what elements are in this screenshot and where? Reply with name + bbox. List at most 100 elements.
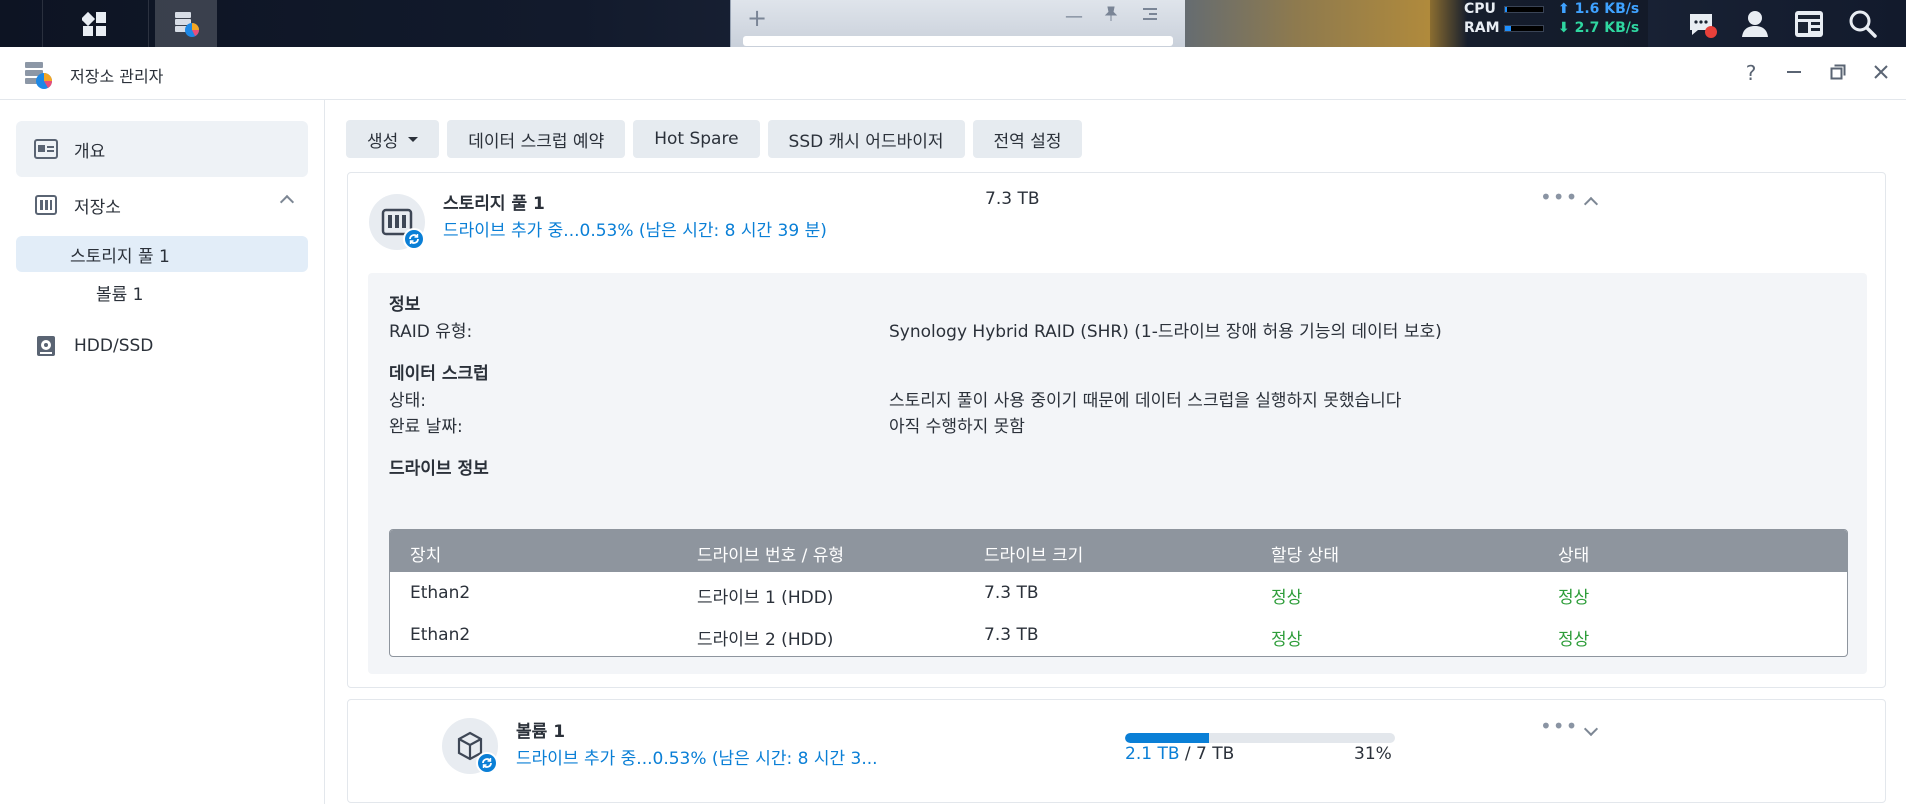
storage-pool-card[interactable]: 스토리지 풀 1 드라이브 추가 중...0.53% (남은 시간: 8 시간 … bbox=[347, 172, 1886, 688]
column-header[interactable]: 드라이브 번호 / 유형 bbox=[697, 541, 844, 566]
widgets-icon bbox=[1795, 11, 1823, 37]
table-cell: 7.3 TB bbox=[984, 583, 1039, 603]
main-menu-button[interactable] bbox=[42, 0, 147, 47]
status-badge: 정상 bbox=[1271, 630, 1303, 650]
sidebar: 개요 저장소 스토리지 풀 1 볼륨 1 HDD/SSD bbox=[0, 100, 325, 804]
storage-pool-icon bbox=[369, 194, 425, 250]
sidebar-item-label: 저장소 bbox=[74, 197, 121, 218]
column-header[interactable]: 장치 bbox=[410, 541, 441, 566]
raid-type-value: Synology Hybrid RAID (SHR) (1-드라이브 장애 허용… bbox=[889, 322, 1442, 342]
user-icon bbox=[1742, 11, 1768, 37]
column-header[interactable]: 할당 상태 bbox=[1271, 541, 1339, 566]
storage-manager-app-icon bbox=[25, 62, 53, 89]
scrub-status-value: 스토리지 풀이 사용 중이기 때문에 데이터 스크럽을 실행하지 못했습니다 bbox=[889, 391, 1402, 411]
close-button[interactable] bbox=[1869, 61, 1893, 85]
volume-used: 2.1 TB bbox=[1125, 744, 1180, 764]
cpu-usage-bar bbox=[1504, 6, 1544, 13]
storage-manager-icon bbox=[175, 11, 199, 37]
taskbar-storage-manager-button[interactable] bbox=[155, 0, 217, 47]
search-button[interactable] bbox=[1843, 4, 1883, 44]
chevron-up-icon[interactable] bbox=[279, 194, 295, 210]
volume-title: 볼륨 1 bbox=[516, 722, 566, 742]
scrub-status-label: 상태: bbox=[389, 391, 427, 411]
storage-pool-status: 드라이브 추가 중...0.53% (남은 시간: 8 시간 39 분) bbox=[443, 221, 827, 241]
restore-icon bbox=[1830, 64, 1846, 80]
sidebar-item-storage-pool-1[interactable]: 스토리지 풀 1 bbox=[16, 236, 308, 272]
sync-icon bbox=[476, 752, 498, 774]
add-icon[interactable]: + bbox=[747, 4, 767, 32]
close-icon bbox=[1874, 65, 1888, 79]
volume-usage-separator: / bbox=[1179, 744, 1197, 764]
widgets-button[interactable] bbox=[1789, 4, 1829, 44]
storage-pool-details: 정보 RAID 유형: Synology Hybrid RAID (SHR) (… bbox=[368, 273, 1867, 674]
sidebar-item-label: 개요 bbox=[74, 141, 106, 162]
volume-icon bbox=[442, 718, 498, 774]
sidebar-item-label: 볼륨 1 bbox=[96, 284, 144, 305]
window-title: 저장소 관리자 bbox=[70, 67, 164, 86]
table-cell: Ethan2 bbox=[410, 625, 471, 645]
storage-icon bbox=[32, 191, 60, 219]
status-badge: 정상 bbox=[1558, 630, 1590, 650]
ram-usage-bar bbox=[1504, 25, 1544, 32]
chevron-down-icon[interactable] bbox=[1583, 721, 1599, 737]
table-header: 장치 드라이브 번호 / 유형 드라이브 크기 할당 상태 상태 bbox=[390, 530, 1847, 572]
more-options-icon[interactable]: ••• bbox=[1540, 714, 1578, 738]
minimize-icon[interactable]: — bbox=[1065, 6, 1083, 27]
help-button[interactable]: ? bbox=[1739, 61, 1763, 85]
sidebar-item-label: HDD/SSD bbox=[74, 336, 154, 356]
storage-pool-title: 스토리지 풀 1 bbox=[443, 194, 545, 214]
volume-usage: 2.1 TB / 7 TB bbox=[1125, 744, 1234, 764]
scrub-schedule-button[interactable]: 데이터 스크럽 예약 bbox=[447, 120, 626, 158]
download-arrow-icon: ⬇ bbox=[1558, 20, 1570, 36]
volume-usage-bar bbox=[1125, 733, 1395, 743]
main-menu-icon bbox=[81, 11, 106, 36]
column-header[interactable]: 상태 bbox=[1558, 541, 1589, 566]
hdd-icon bbox=[32, 332, 60, 360]
minimized-window[interactable]: + — bbox=[730, 0, 1185, 47]
status-badge: 정상 bbox=[1271, 588, 1303, 608]
pin-icon[interactable] bbox=[1103, 6, 1119, 27]
restore-button[interactable] bbox=[1826, 61, 1850, 85]
taskbar: + — CPU RAM ⬆ 1.6 KB/s ⬇ 2.7 KB/s bbox=[0, 0, 1906, 47]
minimize-button[interactable] bbox=[1782, 61, 1806, 85]
volume-card[interactable]: 볼륨 1 드라이브 추가 중...0.53% (남은 시간: 8 시간 3...… bbox=[347, 699, 1886, 803]
user-menu-button[interactable] bbox=[1735, 4, 1775, 44]
global-settings-button[interactable]: 전역 설정 bbox=[972, 120, 1083, 158]
create-dropdown-button[interactable]: 생성 bbox=[346, 120, 440, 158]
minimize-icon bbox=[1787, 71, 1801, 73]
upload-arrow-icon: ⬆ bbox=[1558, 1, 1570, 17]
column-header[interactable]: 드라이브 크기 bbox=[984, 541, 1083, 566]
window-titlebar[interactable]: 저장소 관리자 ? bbox=[0, 47, 1906, 100]
sidebar-item-overview[interactable]: 개요 bbox=[16, 121, 308, 177]
storage-pool-size: 7.3 TB bbox=[985, 189, 1040, 209]
chevron-up-icon[interactable] bbox=[1583, 196, 1599, 212]
window-preview-bar bbox=[743, 36, 1173, 46]
volume-usage-percent: 31% bbox=[1354, 744, 1392, 764]
sidebar-item-hdd-ssd[interactable]: HDD/SSD bbox=[16, 318, 308, 374]
download-rate: ⬇ 2.7 KB/s bbox=[1558, 20, 1640, 36]
status-badge: 정상 bbox=[1558, 588, 1590, 608]
window-menu-icon[interactable] bbox=[1141, 6, 1159, 27]
notifications-button[interactable] bbox=[1682, 4, 1722, 44]
sync-icon bbox=[403, 228, 425, 250]
volume-total: 7 TB bbox=[1196, 744, 1235, 764]
overview-icon bbox=[32, 135, 60, 163]
sidebar-item-volume-1[interactable]: 볼륨 1 bbox=[16, 274, 308, 310]
hot-spare-button[interactable]: Hot Spare bbox=[633, 120, 760, 158]
resource-monitor-widget[interactable]: CPU RAM ⬆ 1.6 KB/s ⬇ 2.7 KB/s bbox=[1430, 0, 1648, 47]
table-cell: 드라이브 2 (HDD) bbox=[697, 630, 834, 650]
sidebar-item-storage[interactable]: 저장소 bbox=[16, 177, 308, 233]
ssd-cache-advisor-button[interactable]: SSD 캐시 어드바이저 bbox=[767, 120, 965, 158]
drive-info-heading: 드라이브 정보 bbox=[389, 459, 489, 479]
raid-type-label: RAID 유형: bbox=[389, 322, 473, 342]
table-cell: 드라이브 1 (HDD) bbox=[697, 588, 834, 608]
info-heading: 정보 bbox=[389, 295, 421, 315]
search-icon bbox=[1849, 10, 1877, 38]
scrub-completion-value: 아직 수행하지 못함 bbox=[889, 417, 1025, 437]
main-content: 생성 데이터 스크럽 예약 Hot Spare SSD 캐시 어드바이저 전역 … bbox=[326, 100, 1906, 804]
create-button-label: 생성 bbox=[367, 131, 399, 152]
cpu-label: CPU bbox=[1464, 1, 1496, 17]
storage-manager-window: 저장소 관리자 ? 개요 저장소 스토리지 풀 1 볼륨 1 HDD/SSD 생… bbox=[0, 47, 1906, 804]
volume-status: 드라이브 추가 중...0.53% (남은 시간: 8 시간 3... bbox=[516, 749, 878, 769]
more-options-icon[interactable]: ••• bbox=[1540, 185, 1578, 209]
